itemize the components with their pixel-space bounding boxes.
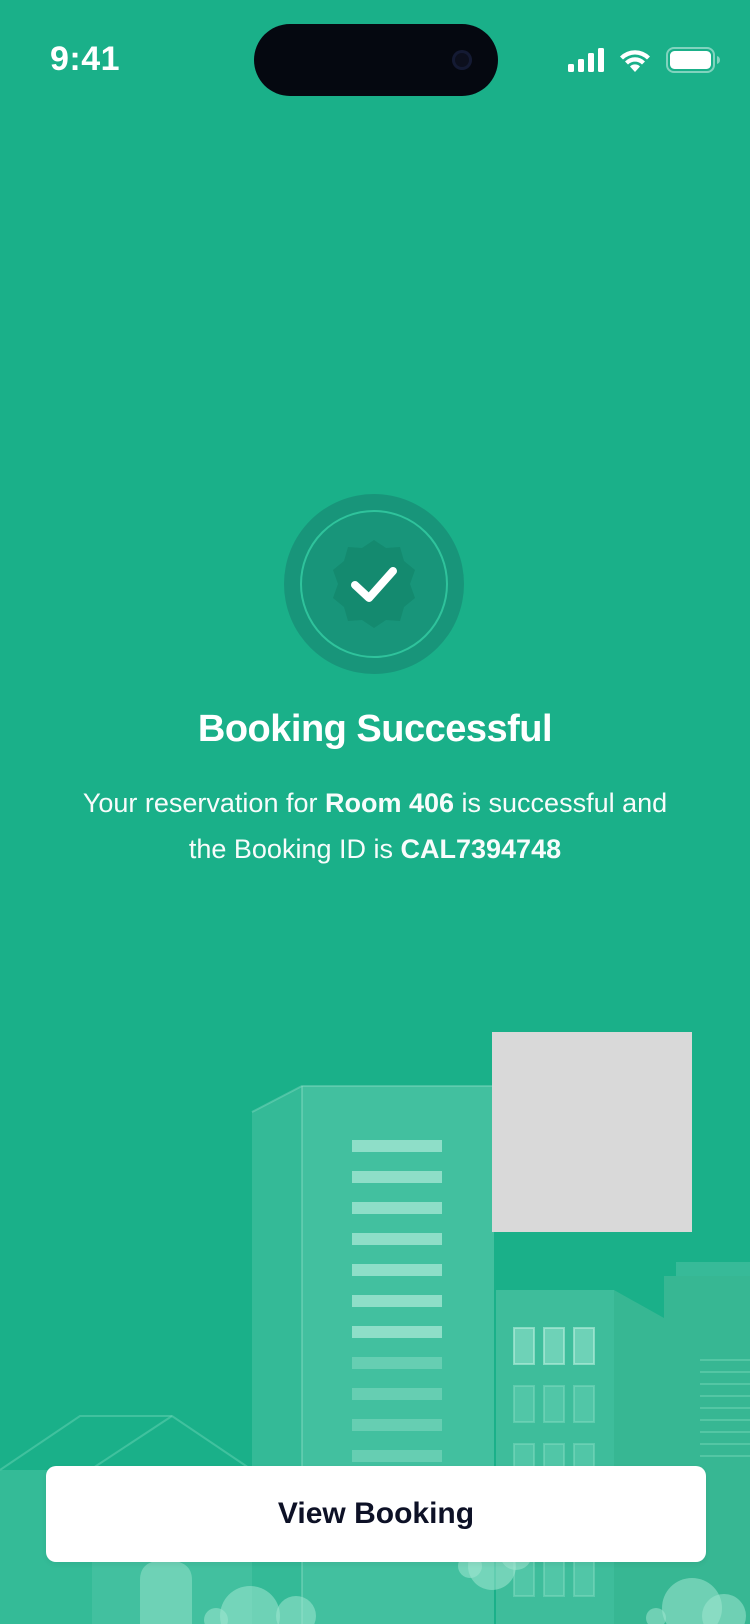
message-prefix: Your reservation for xyxy=(82,788,325,818)
status-icons xyxy=(568,44,720,76)
booking-id: CAL7394748 xyxy=(400,834,562,864)
dynamic-island xyxy=(254,24,498,96)
success-message: Your reservation for Room 406 is success… xyxy=(80,780,670,872)
camera-icon xyxy=(452,50,472,70)
image-placeholder xyxy=(492,1032,692,1232)
room-number: Room 406 xyxy=(324,788,455,818)
success-title: Booking Successful xyxy=(197,708,553,750)
view-booking-button[interactable]: View Booking xyxy=(46,1466,706,1562)
status-time: 9:41 xyxy=(50,40,121,78)
status-bar: 9:41 xyxy=(0,0,750,120)
battery-icon xyxy=(666,47,720,73)
success-badge xyxy=(284,494,464,674)
wifi-icon xyxy=(620,50,650,72)
cellular-signal-icon xyxy=(568,48,604,72)
